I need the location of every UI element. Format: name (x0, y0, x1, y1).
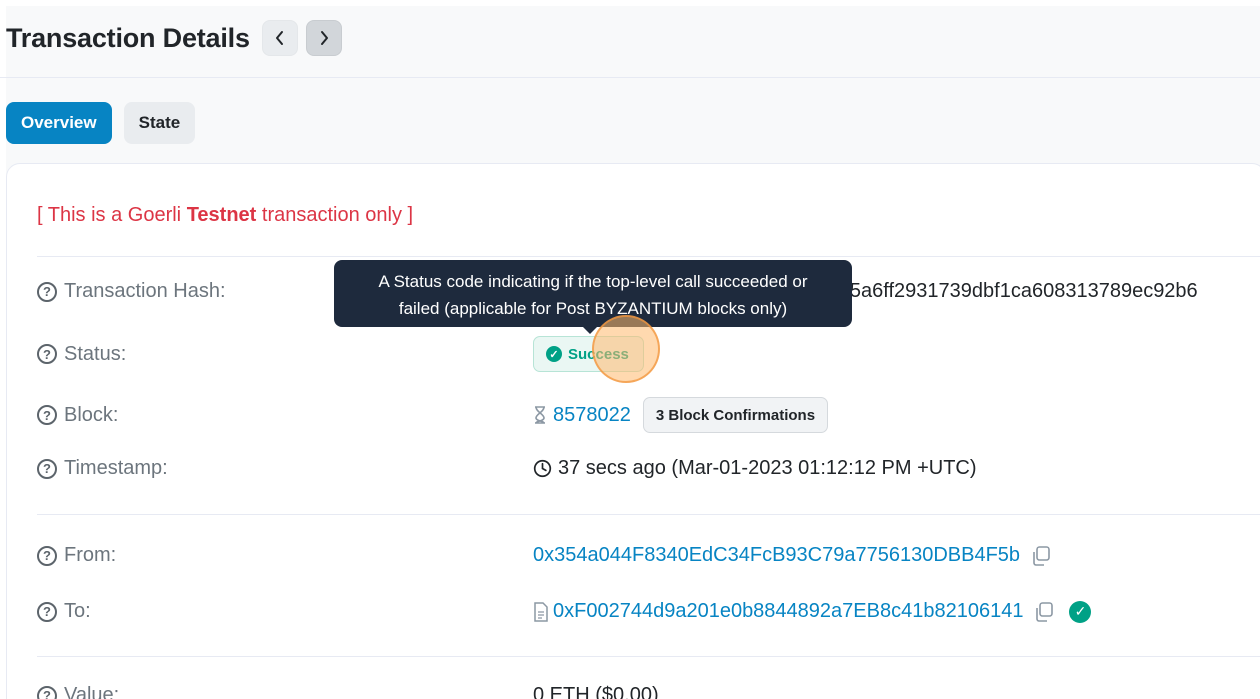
from-address-link[interactable]: 0x354a044F8340EdC34FcB93C79a7756130DBB4F… (533, 544, 1020, 567)
row-to: ? To: 0xF002744d9a201e0b8844892a7EB8c41b8… (37, 600, 1092, 623)
page-header: Transaction Details (6, 18, 342, 58)
cursor-highlight (592, 315, 660, 383)
row-status: ?Status: ✓Success (37, 336, 644, 372)
verified-contract-icon: ✓ (1069, 600, 1092, 623)
prev-transaction-button[interactable] (261, 20, 298, 56)
copy-icon[interactable] (1030, 545, 1052, 567)
help-icon[interactable]: ? (37, 281, 57, 302)
chevron-left-icon (275, 31, 283, 45)
to-address-link[interactable]: 0xF002744d9a201e0b8844892a7EB8c41b821061… (553, 600, 1023, 623)
check-circle-icon: ✓ (546, 346, 562, 362)
help-icon[interactable]: ? (37, 405, 57, 425)
divider (37, 514, 1260, 515)
clock-icon (533, 459, 552, 478)
page-title: Transaction Details (6, 22, 250, 53)
header-divider (0, 77, 1260, 78)
tab-bar: Overview State (6, 102, 196, 144)
chevron-right-icon (320, 31, 328, 45)
copy-icon[interactable] (1033, 601, 1055, 623)
testnet-notice: [ This is a Goerli Testnet transaction o… (37, 204, 414, 226)
hourglass-icon (533, 406, 547, 424)
help-icon[interactable]: ? (37, 458, 57, 479)
tab-state[interactable]: State (123, 102, 196, 144)
timestamp-value: 37 secs ago (Mar-01-2023 01:12:12 PM +UT… (558, 457, 977, 479)
help-icon[interactable]: ? (37, 545, 57, 566)
tab-overview[interactable]: Overview (6, 102, 112, 144)
row-value: ? Value: 0 ETH ($0.00) (37, 684, 659, 699)
help-icon[interactable]: ? (37, 685, 57, 699)
row-timestamp: ? Timestamp: 37 secs ago (Mar-01-2023 01:… (37, 457, 977, 480)
block-number-link[interactable]: 8578022 (553, 404, 631, 427)
divider (37, 656, 1260, 657)
transaction-card: [ This is a Goerli Testnet transaction o… (6, 163, 1260, 699)
row-from: ? From: 0x354a044F8340EdC34FcB93C79a77561… (37, 544, 1052, 567)
help-icon[interactable]: ? (37, 601, 57, 622)
value-amount: 0 ETH ($0.00) (533, 684, 659, 699)
next-transaction-button[interactable] (305, 20, 342, 56)
status-tooltip: A Status code indicating if the top-leve… (334, 260, 852, 327)
divider (37, 256, 1260, 257)
contract-file-icon (533, 601, 549, 622)
block-confirmations-badge: 3 Block Confirmations (642, 397, 829, 433)
help-icon[interactable]: ? (37, 344, 57, 364)
row-block: ? Block: 8578022 3 Block Confirmations (37, 397, 829, 433)
